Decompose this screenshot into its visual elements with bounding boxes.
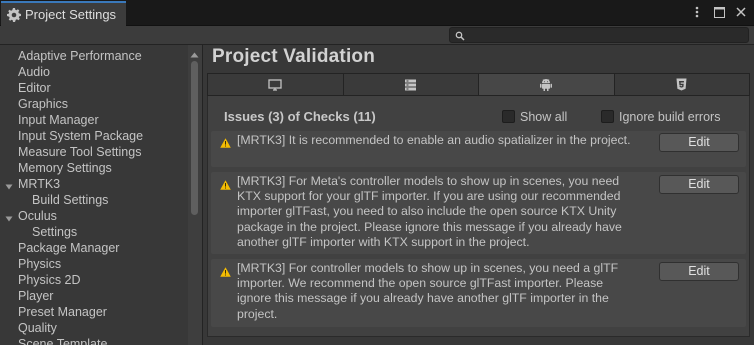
tab-server[interactable] bbox=[343, 74, 479, 95]
window-tab[interactable]: Project Settings bbox=[1, 1, 126, 26]
edit-button[interactable]: Edit bbox=[659, 133, 739, 152]
foldout-expanded-icon[interactable] bbox=[5, 212, 13, 222]
sidebar-item-settings[interactable]: Settings bbox=[32, 224, 77, 240]
ignore-build-errors-label: Ignore build errors bbox=[619, 110, 721, 124]
scroll-up-arrow-icon[interactable] bbox=[190, 48, 199, 58]
maximize-icon[interactable] bbox=[712, 4, 726, 20]
sidebar-item-scene-template[interactable]: Scene Template bbox=[18, 336, 107, 345]
issue-message: [MRTK3] For controller models to show up… bbox=[237, 261, 619, 321]
sidebar-item-oculus[interactable]: Oculus bbox=[18, 208, 57, 224]
warning-icon bbox=[220, 179, 231, 190]
tab-standalone[interactable] bbox=[208, 74, 344, 95]
search-icon bbox=[455, 30, 465, 41]
standalone-monitor-icon bbox=[268, 78, 282, 91]
close-icon[interactable] bbox=[734, 4, 748, 20]
window-title-bar: Project Settings bbox=[0, 0, 754, 26]
platform-tabs bbox=[207, 73, 750, 96]
show-all-label: Show all bbox=[520, 110, 568, 124]
sidebar-item-measure-tool-settings[interactable]: Measure Tool Settings bbox=[18, 144, 141, 160]
sidebar-item-graphics[interactable]: Graphics bbox=[18, 96, 68, 112]
sidebar-scroll-thumb[interactable] bbox=[191, 61, 198, 215]
edit-button[interactable]: Edit bbox=[659, 175, 739, 194]
android-icon bbox=[540, 78, 553, 91]
warning-icon bbox=[220, 137, 231, 148]
sidebar-item-input-manager[interactable]: Input Manager bbox=[18, 112, 99, 128]
sidebar-item-audio[interactable]: Audio bbox=[18, 64, 50, 80]
window-title: Project Settings bbox=[25, 7, 117, 22]
issues-header: Issues (3) of Checks (11) bbox=[224, 109, 376, 124]
settings-sidebar: Adaptive Performance Audio Editor Graphics I… bbox=[0, 45, 202, 345]
sidebar-item-adaptive-performance[interactable]: Adaptive Performance bbox=[18, 48, 142, 64]
sidebar-item-memory-settings[interactable]: Memory Settings bbox=[18, 160, 112, 176]
panel-divider[interactable] bbox=[202, 45, 203, 345]
tab-android[interactable] bbox=[479, 74, 615, 95]
sidebar-item-player[interactable]: Player bbox=[18, 288, 53, 304]
sidebar-item-mrtk3[interactable]: MRTK3 bbox=[18, 176, 60, 192]
sidebar-item-physics[interactable]: Physics bbox=[18, 256, 61, 272]
sidebar-item-preset-manager[interactable]: Preset Manager bbox=[18, 304, 107, 320]
sidebar-item-physics-2d[interactable]: Physics 2D bbox=[18, 272, 81, 288]
sidebar-item-input-system-package[interactable]: Input System Package bbox=[18, 128, 143, 144]
edit-button[interactable]: Edit bbox=[659, 262, 739, 281]
html5-webgl-icon bbox=[676, 78, 687, 91]
page-title: Project Validation bbox=[212, 46, 376, 67]
sidebar-item-quality[interactable]: Quality bbox=[18, 320, 57, 336]
server-icon bbox=[404, 79, 417, 91]
ignore-build-errors-checkbox[interactable] bbox=[601, 110, 614, 123]
issue-message: [MRTK3] It is recommended to enable an a… bbox=[237, 133, 631, 147]
more-icon[interactable] bbox=[690, 4, 704, 20]
issue-message: [MRTK3] For Meta's controller models to … bbox=[237, 174, 622, 249]
sidebar-item-editor[interactable]: Editor bbox=[18, 80, 51, 96]
sidebar-item-package-manager[interactable]: Package Manager bbox=[18, 240, 119, 256]
warning-icon bbox=[220, 266, 231, 277]
tab-webgl[interactable] bbox=[614, 74, 749, 95]
sidebar-item-build-settings[interactable]: Build Settings bbox=[32, 192, 108, 208]
foldout-expanded-icon[interactable] bbox=[5, 180, 13, 190]
show-all-checkbox[interactable] bbox=[502, 110, 515, 123]
toolbar bbox=[0, 26, 754, 44]
search-field[interactable] bbox=[449, 27, 749, 43]
gear-icon bbox=[7, 7, 21, 22]
